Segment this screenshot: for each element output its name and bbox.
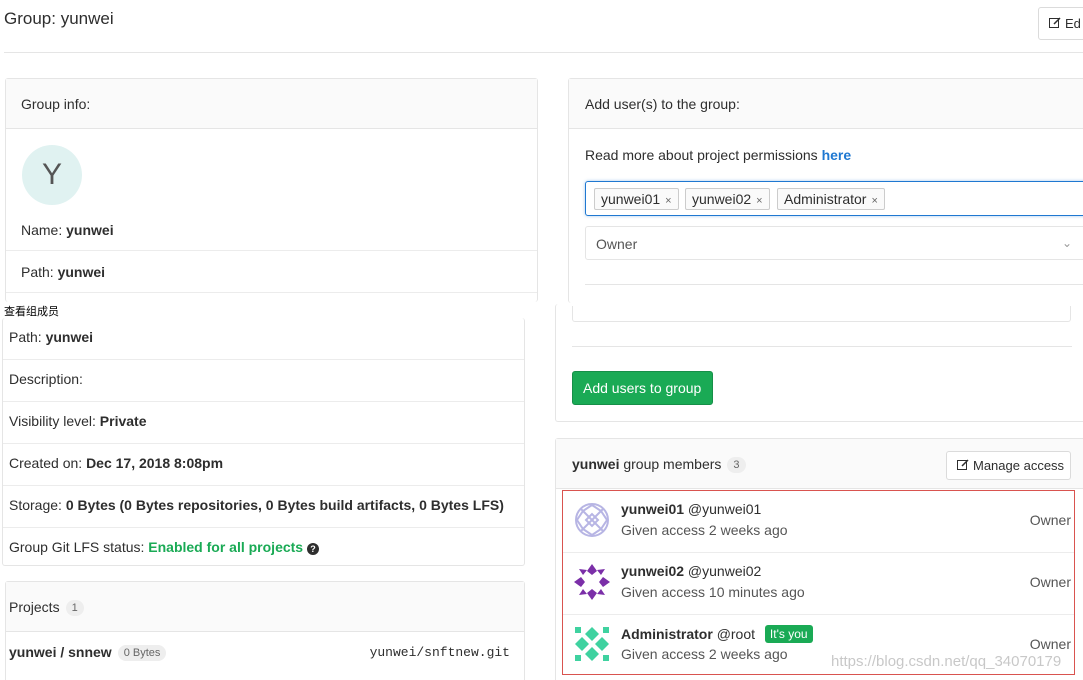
edit-group-button[interactable]: Ed — [1038, 7, 1083, 40]
visibility-label: Visibility level: — [9, 413, 96, 429]
remove-token-icon[interactable]: × — [665, 195, 671, 207]
projects-heading: Projects 1 — [6, 582, 524, 632]
group-avatar: Y — [22, 145, 82, 205]
expiration-date-input[interactable] — [572, 306, 1071, 322]
members-group-name: yunwei — [572, 456, 620, 472]
token-label: Administrator — [784, 191, 867, 207]
visibility-row: Visibility level: Private — [3, 402, 524, 444]
member-handle: @yunwei01 — [687, 501, 762, 517]
member-name[interactable]: yunwei01 — [621, 501, 684, 517]
member-role: Owner — [1029, 636, 1071, 652]
title-divider — [4, 52, 1083, 53]
description-row: Description: — [3, 360, 524, 402]
details-path-label: Path: — [9, 329, 42, 345]
identicon-avatar — [573, 625, 611, 663]
member-name-line: yunwei01 @yunwei01 — [621, 501, 761, 517]
projects-count-badge: 1 — [65, 600, 84, 616]
member-name-line: Administrator @root It's you — [621, 625, 813, 643]
member-name[interactable]: Administrator — [621, 626, 713, 642]
group-name-row: Name: yunwei — [6, 209, 537, 251]
token-label: yunwei01 — [601, 191, 661, 207]
remove-token-icon[interactable]: × — [756, 195, 762, 207]
created-row: Created on: Dec 17, 2018 8:08pm — [3, 444, 524, 486]
projects-panel: Projects 1 yunwei / snnew 0 Bytes yunwei/s… — [5, 581, 525, 680]
manage-access-button[interactable]: Manage access — [946, 451, 1071, 480]
member-row: yunwei02 @yunwei02 Given access 10 minut… — [563, 553, 1074, 615]
member-access-time: Given access 2 weeks ago — [621, 646, 788, 662]
role-select-value: Owner — [596, 236, 638, 252]
path-value: yunwei — [57, 264, 106, 280]
permissions-text: Read more about project permissions here — [585, 147, 851, 163]
role-select[interactable]: Owner ⌄ — [585, 226, 1083, 260]
group-info-panel: Group info: Y Name: yunwei Path: yunwei — [5, 78, 538, 302]
lfs-label: Group Git LFS status: — [9, 539, 145, 555]
lfs-row: Group Git LFS status: Enabled for all pr… — [3, 528, 524, 570]
description-label: Description: — [9, 371, 83, 387]
its-you-badge: It's you — [764, 625, 813, 643]
member-row: yunwei01 @yunwei01 Given access 2 weeks … — [563, 491, 1074, 553]
page-title: Group: yunwei — [4, 9, 114, 28]
name-label: Name: — [21, 222, 63, 238]
details-path-row: Path: yunwei — [3, 318, 524, 360]
members-title-suffix: group members — [623, 456, 722, 472]
members-title: yunwei group members 3 — [572, 456, 746, 473]
edit-icon — [957, 459, 969, 470]
edit-label: Ed — [1065, 16, 1081, 31]
member-role: Owner — [1029, 574, 1071, 590]
add-users-divider-lower — [572, 346, 1072, 347]
user-select-input[interactable]: yunwei01 × yunwei02 × Administrator × — [585, 181, 1083, 216]
token-label: yunwei02 — [692, 191, 752, 207]
projects-title: Projects — [9, 599, 60, 615]
member-handle: @root — [716, 626, 756, 642]
identicon-avatar — [573, 501, 611, 539]
project-name[interactable]: yunwei / snnew — [9, 644, 112, 660]
add-users-heading: Add user(s) to the group: — [569, 79, 1083, 129]
user-token-yunwei02: yunwei02 × — [685, 188, 770, 210]
chevron-down-icon: ⌄ — [1061, 236, 1072, 250]
remove-token-icon[interactable]: × — [871, 195, 877, 207]
storage-value: 0 Bytes (0 Bytes repositories, 0 Bytes b… — [65, 497, 504, 513]
name-value: yunwei — [66, 222, 114, 238]
created-value: Dec 17, 2018 8:08pm — [86, 455, 224, 471]
members-count-badge: 3 — [727, 457, 746, 473]
project-size-badge: 0 Bytes — [117, 645, 167, 661]
member-handle: @yunwei02 — [687, 563, 762, 579]
group-info-heading: Group info: — [6, 79, 537, 129]
group-path-row: Path: yunwei — [6, 251, 537, 293]
project-repo-path: yunwei/snftnew.git — [369, 645, 510, 660]
member-name-line: yunwei02 @yunwei02 — [621, 563, 761, 579]
permissions-link[interactable]: here — [822, 147, 852, 163]
storage-label: Storage: — [9, 497, 62, 513]
edit-icon — [1049, 17, 1061, 28]
permissions-text-label: Read more about project permissions — [585, 147, 818, 163]
watermark-text: https://blog.csdn.net/qq_34070179 — [831, 653, 1062, 670]
path-label: Path: — [21, 264, 54, 280]
member-access-time: Given access 2 weeks ago — [621, 522, 788, 538]
lfs-value: Enabled for all projects — [148, 539, 304, 555]
visibility-value: Private — [99, 413, 147, 429]
user-token-administrator: Administrator × — [777, 188, 885, 210]
question-circle-icon[interactable]: ? — [307, 543, 319, 555]
group-details-panel: Path: yunwei Description: Visibility lev… — [2, 318, 525, 566]
add-users-button[interactable]: Add users to group — [572, 371, 713, 405]
annotation-text: 查看组成员 — [4, 305, 59, 318]
manage-access-label: Manage access — [973, 458, 1065, 473]
identicon-avatar — [573, 563, 611, 601]
details-path-value: yunwei — [45, 329, 94, 345]
created-label: Created on: — [9, 455, 83, 471]
member-name[interactable]: yunwei02 — [621, 563, 684, 579]
member-access-time: Given access 10 minutes ago — [621, 584, 805, 600]
storage-row: Storage: 0 Bytes (0 Bytes repositories, … — [3, 486, 524, 528]
add-users-divider — [585, 284, 1083, 285]
user-token-yunwei01: yunwei01 × — [594, 188, 679, 210]
member-role: Owner — [1029, 512, 1071, 528]
